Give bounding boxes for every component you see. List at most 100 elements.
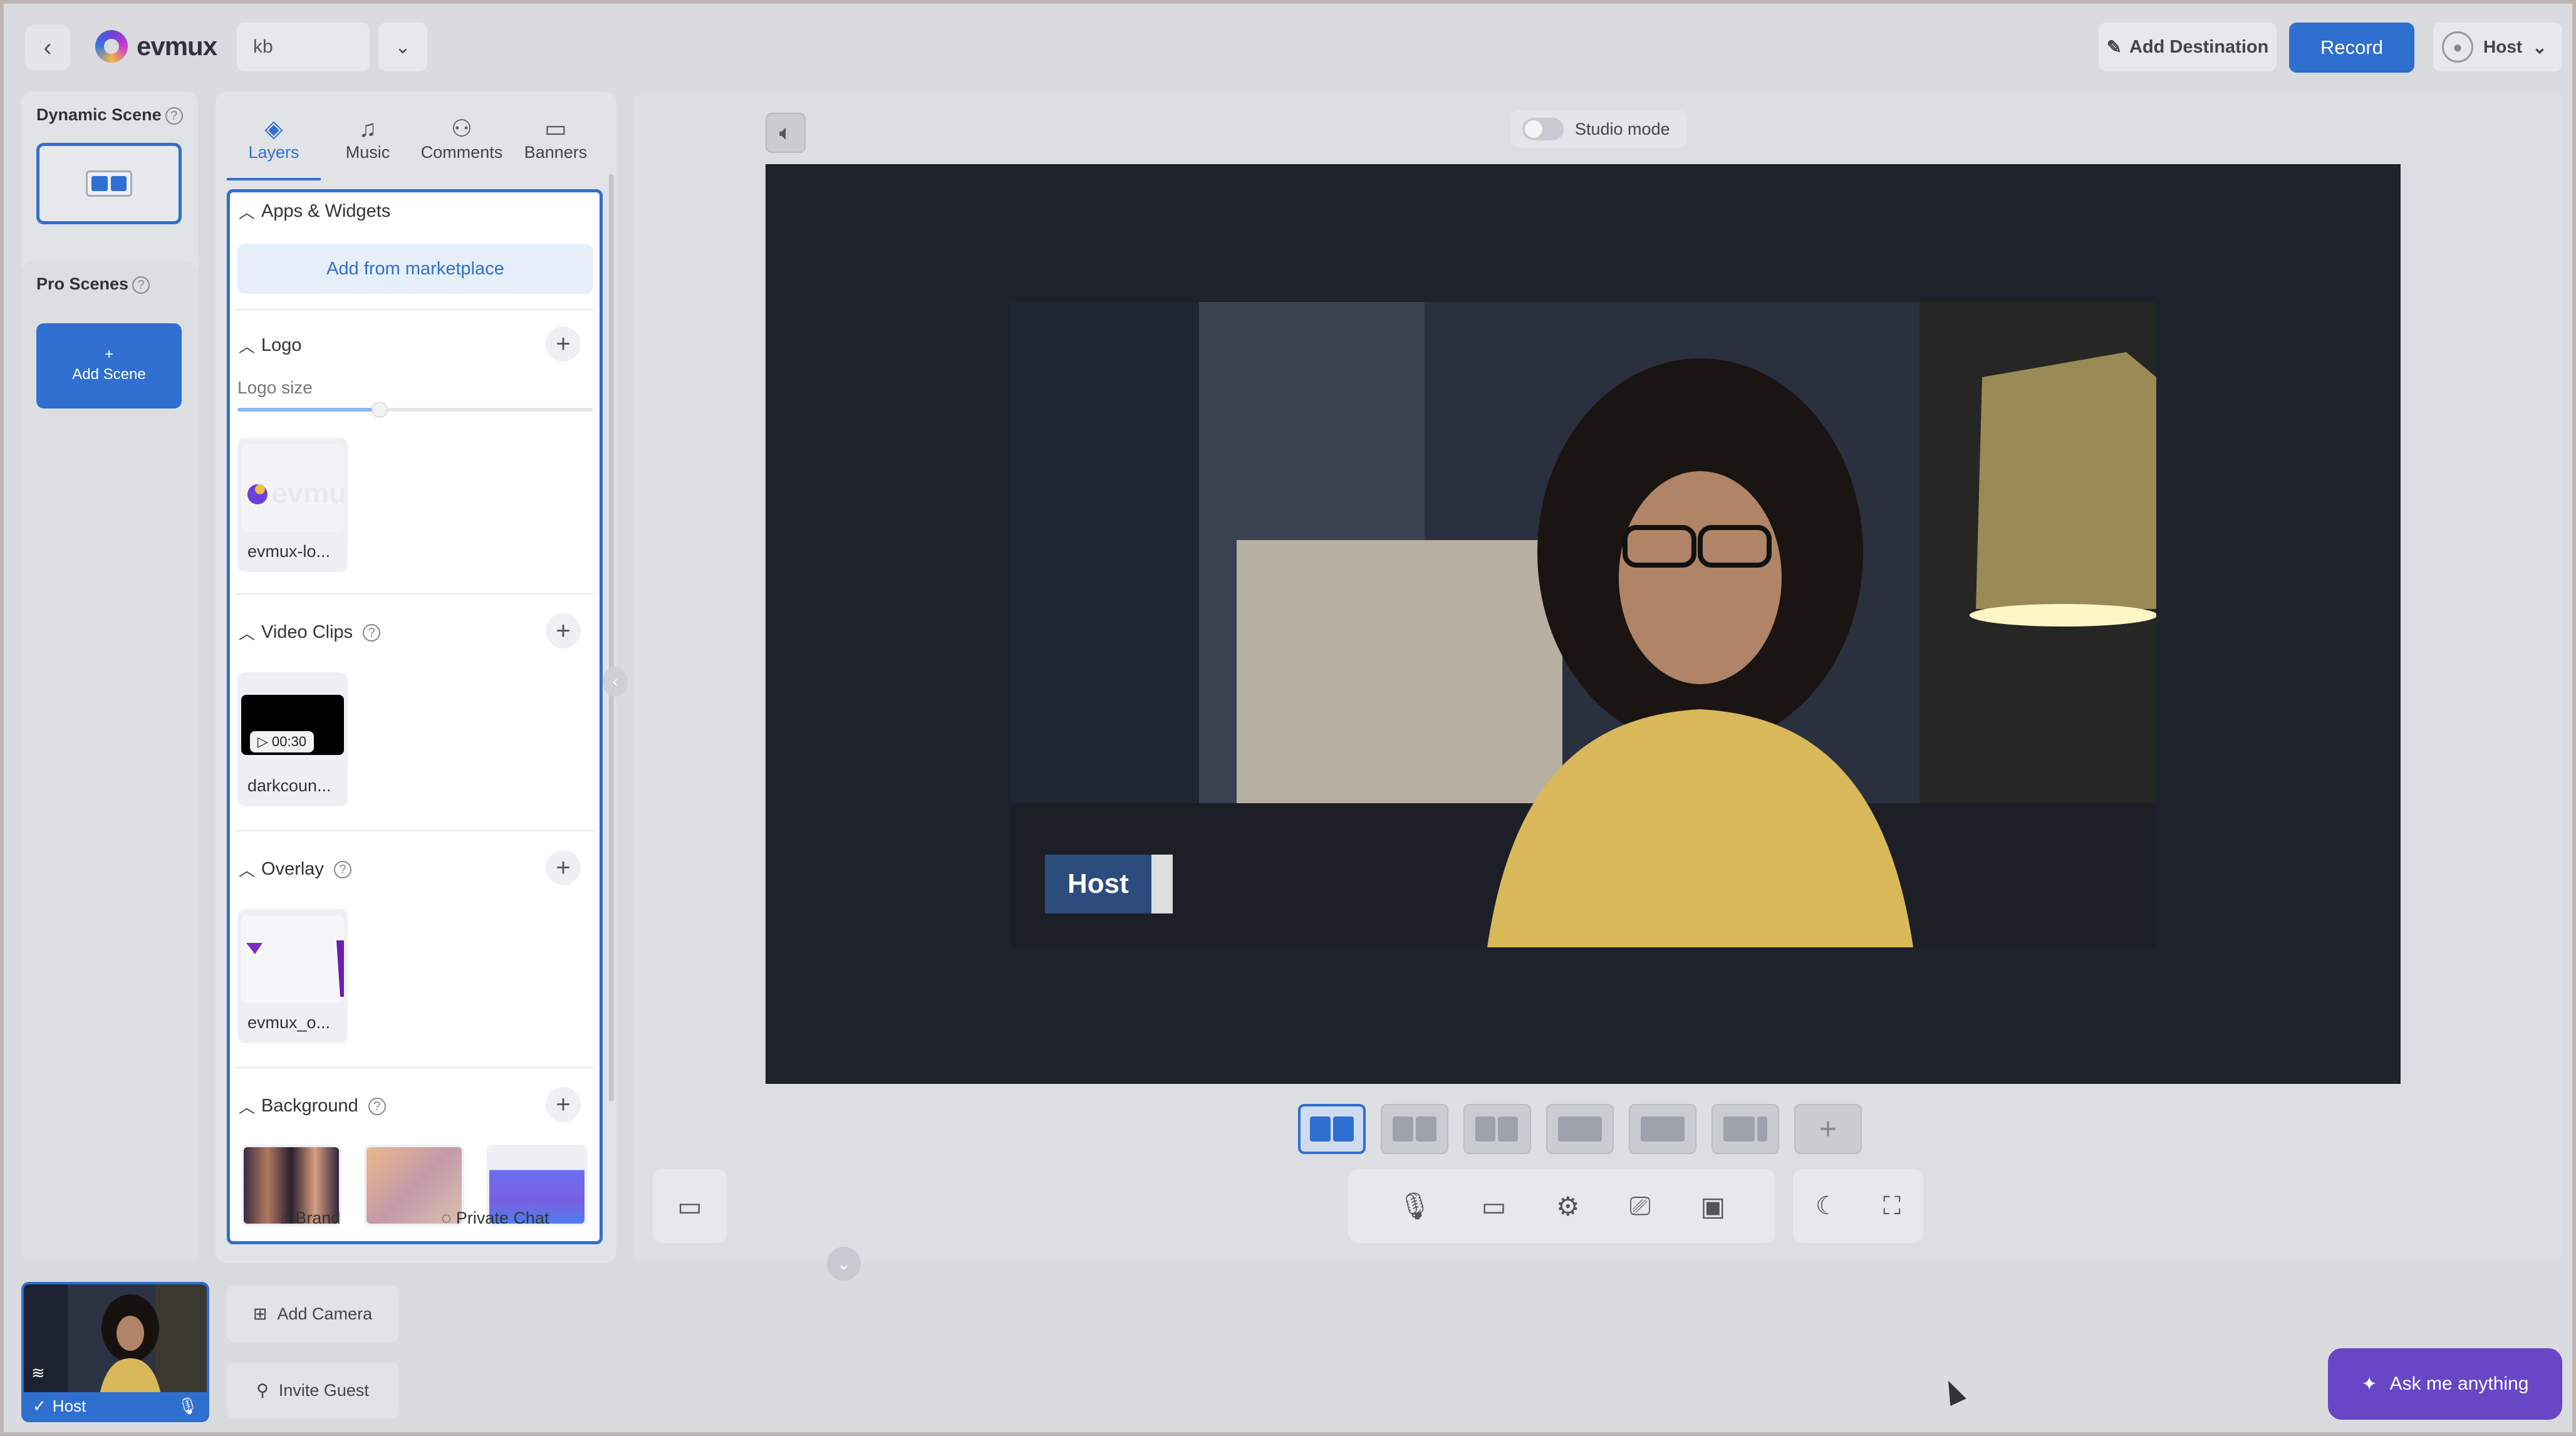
overlay-card[interactable]: evmux_o... (237, 909, 348, 1043)
private-chat-link[interactable]: ◌ Private Chat (441, 1209, 549, 1228)
pro-scenes-label: Pro Scenes (36, 274, 129, 293)
collapse-panel-button[interactable]: ‹ (603, 667, 628, 697)
microphone-icon[interactable]: 🎙︎ (1398, 1191, 1431, 1222)
chevron-up-icon: ︿ (239, 203, 256, 222)
media-icon[interactable]: ▣ (1700, 1191, 1725, 1222)
plus-icon: + (556, 617, 571, 645)
add-camera-button[interactable]: ⊞ Add Camera (227, 1286, 398, 1342)
add-scene-label: Add Scene (72, 366, 146, 383)
overlay-header[interactable]: ︿ Overlay ? (239, 858, 351, 881)
video-item-label: darkcoun... (247, 776, 331, 795)
tab-label: Layers (248, 143, 299, 162)
add-logo-button[interactable]: + (546, 326, 581, 362)
help-icon[interactable]: ? (363, 623, 381, 642)
private-chat-label: Private Chat (455, 1209, 549, 1227)
layout-picture-in-picture[interactable] (1546, 1104, 1614, 1154)
chevron-down-icon: ⌄ (837, 1254, 851, 1273)
layout-icon (1475, 1116, 1519, 1142)
chevron-up-icon: ︿ (239, 1098, 256, 1116)
layout-icon (1641, 1116, 1685, 1142)
add-from-marketplace-button[interactable]: Add from marketplace (237, 244, 593, 294)
fullscreen-icon[interactable]: ⛶ (1883, 1192, 1901, 1220)
section-title: Overlay (261, 859, 324, 879)
tab-layers[interactable]: ◈ Layers (227, 99, 321, 180)
scene-name-input[interactable]: kb (237, 23, 370, 71)
add-destination-button[interactable]: ✎ Add Destination (2099, 23, 2277, 71)
video-clip-card[interactable]: ▷ 00:30 darkcoun... (237, 672, 348, 806)
add-background-button[interactable]: + (546, 1087, 581, 1122)
background-header[interactable]: ︿ Background ? (239, 1095, 386, 1118)
plus-icon: + (556, 854, 571, 882)
logo-size-slider[interactable] (237, 402, 593, 418)
apps-widgets-header[interactable]: ︿ Apps & Widgets (239, 200, 390, 223)
panel-scrollbar[interactable] (609, 174, 614, 1101)
svg-text:evmu: evmu (271, 477, 344, 509)
host-camera-preview: ≋ (24, 1284, 207, 1397)
help-icon[interactable]: ? (165, 107, 183, 125)
layout-split[interactable] (1381, 1104, 1448, 1154)
layout-side-by-side[interactable] (1298, 1104, 1366, 1154)
evmux-logo-icon: evmu (247, 477, 344, 509)
layout-grid[interactable] (1463, 1104, 1531, 1154)
add-overlay-button[interactable]: + (546, 850, 581, 885)
speaker-icon: 🔈︎ (779, 120, 792, 145)
add-video-clip-button[interactable]: + (546, 613, 581, 648)
studio-mode-toggle[interactable]: Studio mode (1511, 110, 1686, 148)
tab-comments[interactable]: ⚇ Comments (415, 99, 509, 180)
evmux-logo-icon (95, 30, 128, 63)
speaker-button[interactable]: 🔈︎ (766, 113, 806, 153)
user-name: Host (2483, 37, 2523, 56)
add-layout-button[interactable]: + (1794, 1104, 1862, 1154)
back-button[interactable]: ‹ (25, 25, 70, 70)
chevron-up-icon: ︿ (239, 861, 256, 880)
moon-icon[interactable]: ☾ (1815, 1192, 1838, 1220)
gear-icon[interactable]: ⚙︎ (1556, 1191, 1580, 1222)
user-menu[interactable]: ● Host ⌄ (2433, 23, 2562, 71)
check-icon: ✓ (33, 1396, 46, 1415)
collapse-bottom-button[interactable]: ⌄ (827, 1247, 861, 1281)
help-icon[interactable]: ? (333, 860, 351, 878)
video-thumbnail: ▷ 00:30 (241, 695, 344, 755)
layout-presentation[interactable] (1629, 1104, 1696, 1154)
video-clips-header[interactable]: ︿ Video Clips ? (239, 621, 381, 644)
dynamic-scene-heading: Dynamic Scene? (36, 105, 183, 125)
record-button[interactable]: Record (2289, 23, 2414, 73)
overlay-thumbnail (241, 915, 344, 1003)
scene-dropdown-button[interactable]: ⌄ (378, 23, 427, 71)
lower-third-accent (1151, 855, 1173, 913)
screen-share-icon[interactable]: ⎚ (1629, 1191, 1651, 1222)
monitor-button[interactable]: ▭ (653, 1169, 727, 1243)
plus-icon: + (556, 1091, 571, 1118)
invite-guest-button[interactable]: ⚲ Invite Guest (227, 1362, 398, 1418)
add-scene-button[interactable]: + Add Scene (36, 323, 182, 408)
layout-icon (1310, 1116, 1354, 1142)
lower-third-banner[interactable]: Host (1045, 855, 1173, 913)
brand-link[interactable]: ⌂ Brand (280, 1209, 340, 1228)
tab-label: Banners (524, 143, 588, 162)
host-video-feed: Host (1011, 302, 2156, 947)
tab-label: Comments (420, 143, 503, 162)
camera-icon[interactable]: ▭ (1482, 1191, 1507, 1222)
dynamic-scene-card[interactable] (36, 143, 182, 224)
section-title: Background (261, 1096, 358, 1116)
help-icon[interactable]: ? (368, 1097, 386, 1115)
tab-music[interactable]: ♫ Music (321, 99, 415, 180)
help-icon[interactable]: ? (132, 276, 150, 294)
toggle-switch[interactable] (1522, 118, 1564, 140)
section-title: Logo (261, 335, 302, 355)
plus-icon: + (1819, 1112, 1837, 1146)
layers-icon: ◈ (264, 116, 283, 142)
logo-size-label: Logo size (237, 378, 313, 397)
logo-card[interactable]: evmu evmux-lo... (237, 438, 348, 572)
microphone-icon[interactable]: 🎙︎ (177, 1397, 198, 1416)
ask-ai-button[interactable]: ✦ Ask me anything (2328, 1348, 2562, 1420)
stage-area: 🔈︎ Studio mode Host + ▭ 🎙︎ ▭ ⚙︎ ⎚ ▣ ☾ ⛶ (634, 91, 2562, 1263)
host-camera-tile[interactable]: ≋ ✓ Host 🎙︎ (21, 1282, 209, 1422)
layout-icon (1393, 1116, 1436, 1142)
logo-header[interactable]: ︿ Logo (239, 334, 302, 357)
tab-banners[interactable]: ▭ Banners (509, 99, 603, 180)
slider-handle[interactable] (371, 402, 388, 418)
logo-thumbnail: evmu (241, 444, 344, 532)
layout-sidebar[interactable] (1711, 1104, 1779, 1154)
view-controls: ☾ ⛶ (1793, 1169, 1923, 1243)
